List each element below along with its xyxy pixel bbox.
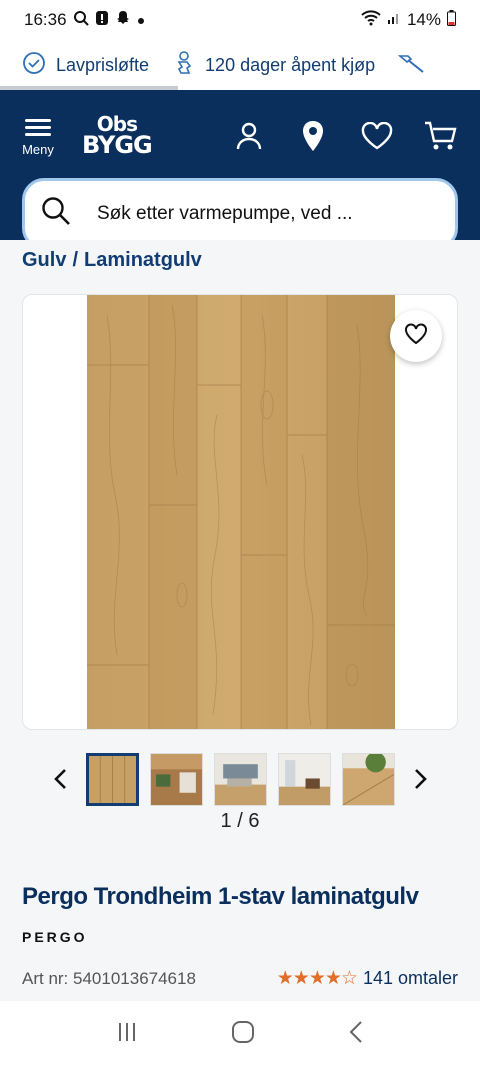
wishlist-heart-icon[interactable] xyxy=(360,119,394,153)
check-circle-icon xyxy=(22,51,46,80)
snapchat-notification-icon xyxy=(115,10,131,31)
battery-icon xyxy=(447,9,456,31)
hand-return-icon xyxy=(173,50,195,81)
cart-icon[interactable] xyxy=(424,119,458,153)
previous-image-button[interactable] xyxy=(45,759,75,799)
product-image-card xyxy=(22,294,458,730)
review-count: 141 omtaler xyxy=(362,968,458,988)
store-location-icon[interactable] xyxy=(296,119,330,153)
breadcrumb-laminatgulv[interactable]: Laminatgulv xyxy=(84,249,202,272)
recent-apps-icon[interactable] xyxy=(116,1021,138,1048)
thumbnail-3[interactable] xyxy=(213,752,267,806)
product-image-laminate[interactable] xyxy=(87,295,395,730)
more-notifications-dot xyxy=(137,10,145,30)
hammer-icon xyxy=(397,52,425,79)
home-icon[interactable] xyxy=(231,1020,255,1049)
promo-label-1: Lavprisløfte xyxy=(56,54,150,75)
product-title: Pergo Trondheim 1-stav laminatgulv xyxy=(22,883,419,910)
next-image-button[interactable] xyxy=(406,759,436,799)
search-input[interactable]: Søk etter varmepumpe, ved ... xyxy=(97,203,353,225)
add-to-favorites-button[interactable] xyxy=(390,310,442,362)
promo-label-2: 120 dager åpent kjøp xyxy=(205,54,376,75)
promo-lavprisloefte[interactable]: Lavprisløfte xyxy=(22,51,149,80)
promo-bar: Lavprisløfte 120 dager åpent kjøp xyxy=(0,40,480,90)
chevron-left-icon xyxy=(53,769,66,789)
system-nav-bar xyxy=(0,1001,480,1067)
status-time: 16:36 xyxy=(24,10,67,29)
chevron-right-icon xyxy=(414,769,427,789)
thumbnail-2[interactable] xyxy=(149,752,203,806)
article-number: Art nr: 5401013674618 xyxy=(22,968,196,988)
hamburger-icon xyxy=(25,115,51,140)
brand-logo[interactable]: PERGO xyxy=(22,929,458,945)
signal-icon xyxy=(387,10,401,30)
breadcrumb: Gulv / Laminatgulv xyxy=(0,240,480,280)
star-rating: ★★★★☆ xyxy=(276,968,358,989)
promo-open-purchase[interactable]: 120 dager åpent kjøp xyxy=(173,50,375,81)
menu-label: Meny xyxy=(22,142,54,157)
obs-bygg-logo[interactable]: Obs BYGG xyxy=(82,114,153,160)
image-pager: 1 / 6 xyxy=(220,810,260,832)
breadcrumb-gulv[interactable]: Gulv xyxy=(22,249,66,272)
thumbnail-carousel xyxy=(0,744,480,814)
logo-line-2: BYGG xyxy=(82,131,153,160)
thumbnail-5[interactable] xyxy=(341,752,395,806)
back-icon[interactable] xyxy=(348,1020,364,1049)
thumbnail-4[interactable] xyxy=(277,752,331,806)
promo-active-indicator xyxy=(0,86,178,90)
reviews-link[interactable]: ★★★★☆ 141 omtaler xyxy=(277,967,458,990)
status-bar: 16:36 14% xyxy=(0,0,480,40)
search-notification-icon xyxy=(73,10,89,31)
site-header: Meny Obs BYGG Søk etter varmepumpe, ved … xyxy=(0,90,480,250)
breadcrumb-separator: / xyxy=(72,248,79,271)
product-meta: Art nr: 5401013674618 ★★★★☆ 141 omtaler xyxy=(22,967,458,990)
thumbnail-1[interactable] xyxy=(85,752,139,806)
account-icon[interactable] xyxy=(232,119,266,153)
menu-button[interactable]: Meny xyxy=(22,115,54,157)
wifi-icon xyxy=(361,9,381,31)
heart-icon xyxy=(404,322,428,350)
battery-level: 14% xyxy=(406,10,441,29)
search-icon xyxy=(41,196,71,232)
alert-notification-icon xyxy=(95,10,109,31)
